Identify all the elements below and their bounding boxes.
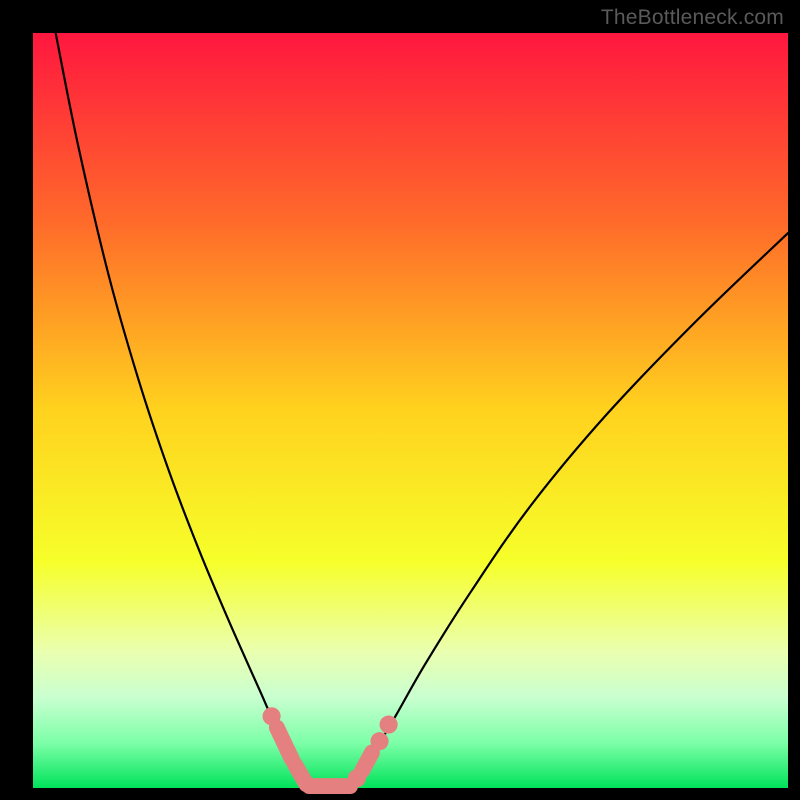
- gradient-background: [33, 33, 788, 788]
- chart-svg: [0, 0, 800, 800]
- watermark-text: TheBottleneck.com: [601, 6, 784, 30]
- marker-dot: [380, 716, 398, 734]
- marker-stroke: [362, 753, 372, 771]
- chart-canvas: { "watermark": "TheBottleneck.com", "cha…: [0, 0, 800, 800]
- marker-dot: [370, 732, 388, 750]
